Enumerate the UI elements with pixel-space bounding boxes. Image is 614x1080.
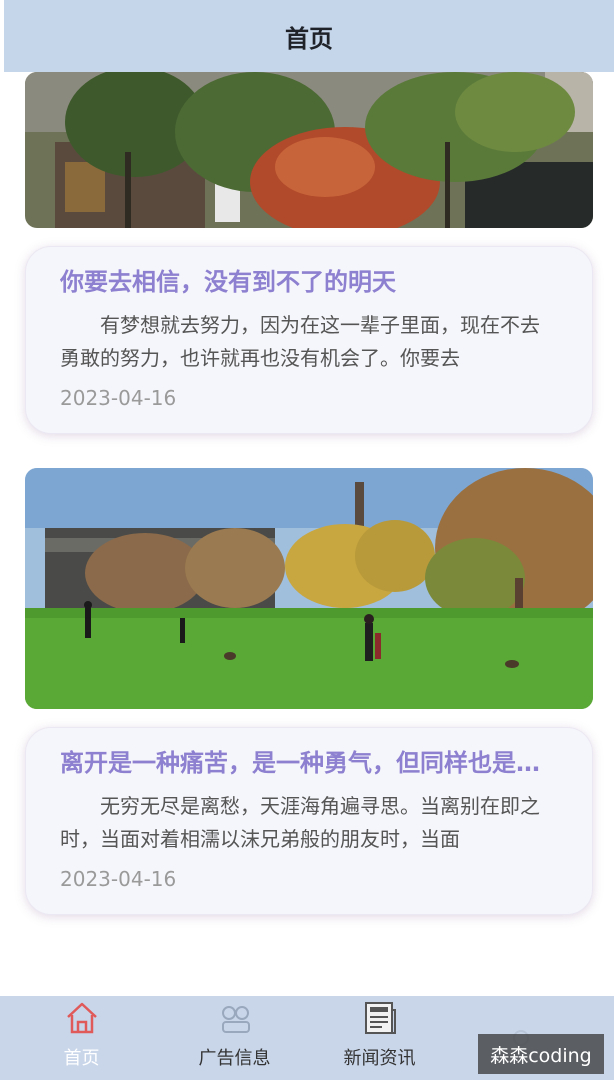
article-image-1[interactable] — [25, 72, 593, 228]
article-date: 2023-04-16 — [60, 386, 177, 410]
article-description: 无穷无尽是离愁，天涯海角遍寻思。当离别在即之时，当面对着相濡以沫兄弟般的朋友时，… — [60, 794, 540, 851]
article-card[interactable]: 离开是一种痛苦，是一种勇气，但同样也是一种力量 无穷无尽是离愁，天涯海角遍寻思。… — [25, 727, 593, 915]
tab-label: 首页 — [63, 1048, 100, 1069]
tab-ads[interactable]: 广告信息 — [167, 996, 302, 1080]
article-title: 你要去相信，没有到不了的明天 — [60, 268, 396, 296]
campus-building-photo — [25, 72, 593, 228]
ad-icon — [221, 1006, 250, 1033]
article-image-2[interactable] — [25, 468, 593, 709]
tab-news[interactable]: 新闻资讯 — [312, 996, 447, 1080]
tab-home[interactable]: 首页 — [14, 996, 149, 1080]
page-title: 首页 — [285, 24, 333, 53]
tab-label: 广告信息 — [198, 1048, 271, 1069]
article-description: 有梦想就去努力，因为在这一辈子里面，现在不去勇敢的努力，也许就再也没有机会了。你… — [60, 313, 540, 370]
news-icon — [364, 1002, 396, 1034]
tab-label: 新闻资讯 — [343, 1048, 416, 1069]
article-date: 2023-04-16 — [60, 867, 177, 891]
watermark-label: 森森coding — [478, 1034, 604, 1074]
article-list[interactable]: 你要去相信，没有到不了的明天 有梦想就去努力，因为在这一辈子里面，现在不去勇敢的… — [4, 72, 608, 996]
article-card[interactable]: 你要去相信，没有到不了的明天 有梦想就去努力，因为在这一辈子里面，现在不去勇敢的… — [25, 246, 593, 434]
article-title: 离开是一种痛苦，是一种勇气，但同样也是一种力量 — [60, 749, 558, 777]
page-header: 首页 — [4, 0, 614, 72]
home-icon — [66, 1002, 97, 1034]
park-field-photo — [25, 468, 593, 709]
